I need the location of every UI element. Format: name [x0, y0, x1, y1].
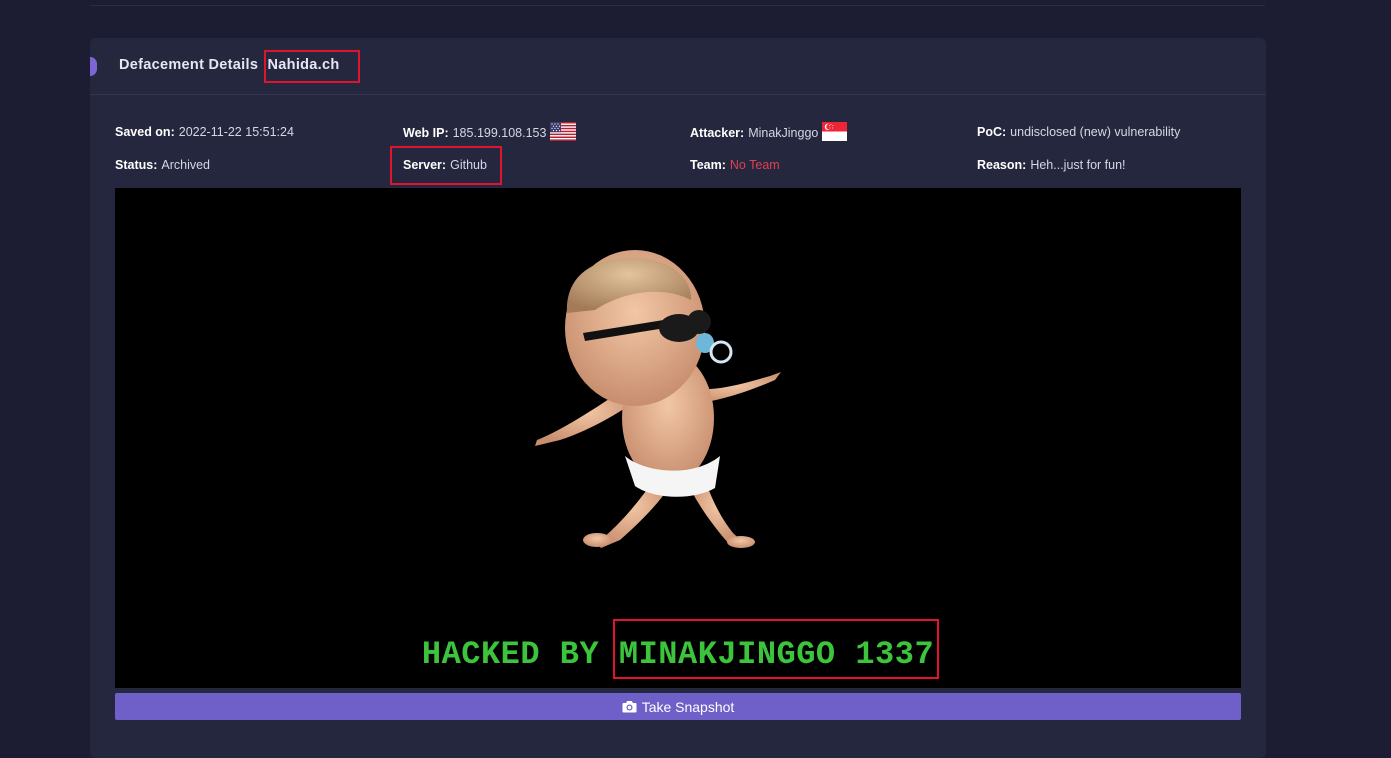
web-ip-field: Web IP: 185.199.108.153	[403, 122, 577, 144]
web-ip-value: 185.199.108.153	[452, 126, 547, 140]
web-ip-label: Web IP:	[403, 126, 449, 140]
camera-icon	[622, 701, 637, 713]
poc-field: PoC: undisclosed (new) vulnerability	[977, 125, 1180, 139]
team-value[interactable]: No Team	[730, 158, 780, 172]
take-snapshot-label: Take Snapshot	[641, 698, 735, 715]
top-divider	[90, 5, 1265, 6]
attacker-label: Attacker:	[690, 126, 745, 140]
hacked-prefix: HACKED BY	[421, 636, 600, 673]
saved-on-value: 2022-11-22 15:51:24	[178, 125, 294, 139]
sg-flag-icon	[822, 122, 848, 144]
attacker-value: MinakJinggo	[748, 126, 819, 140]
us-flag-icon	[550, 122, 577, 144]
status-value: Archived	[161, 158, 211, 172]
server-highlight-box	[390, 146, 502, 185]
status-field: Status: Archived	[115, 158, 210, 172]
saved-on-field: Saved on: 2022-11-22 15:51:24	[115, 125, 294, 139]
team-label: Team:	[690, 158, 726, 172]
status-label: Status:	[115, 158, 158, 172]
take-snapshot-button[interactable]: Take Snapshot	[115, 693, 1241, 720]
header-accent	[90, 57, 97, 76]
hacker-highlight-box	[613, 619, 939, 679]
poc-label: PoC:	[977, 125, 1007, 139]
card-header: Defacement Details Nahida.ch	[90, 38, 1266, 95]
reason-value: Heh...just for fun!	[1030, 158, 1126, 172]
site-highlight-box	[264, 50, 360, 83]
attacker-field: Attacker: MinakJinggo	[690, 122, 848, 144]
defacement-preview: HACKED BY MINAKJINGGO 1337	[115, 188, 1241, 688]
team-field: Team: No Team	[690, 158, 780, 172]
reason-field: Reason: Heh...just for fun!	[977, 158, 1126, 172]
saved-on-label: Saved on:	[115, 125, 175, 139]
poc-value: undisclosed (new) vulnerability	[1010, 125, 1181, 139]
defacement-details-card: Defacement Details Nahida.ch Saved on: 2…	[90, 38, 1266, 758]
card-title-label: Defacement Details	[119, 57, 259, 73]
reason-label: Reason:	[977, 158, 1027, 172]
dancing-baby-image	[535, 250, 781, 548]
